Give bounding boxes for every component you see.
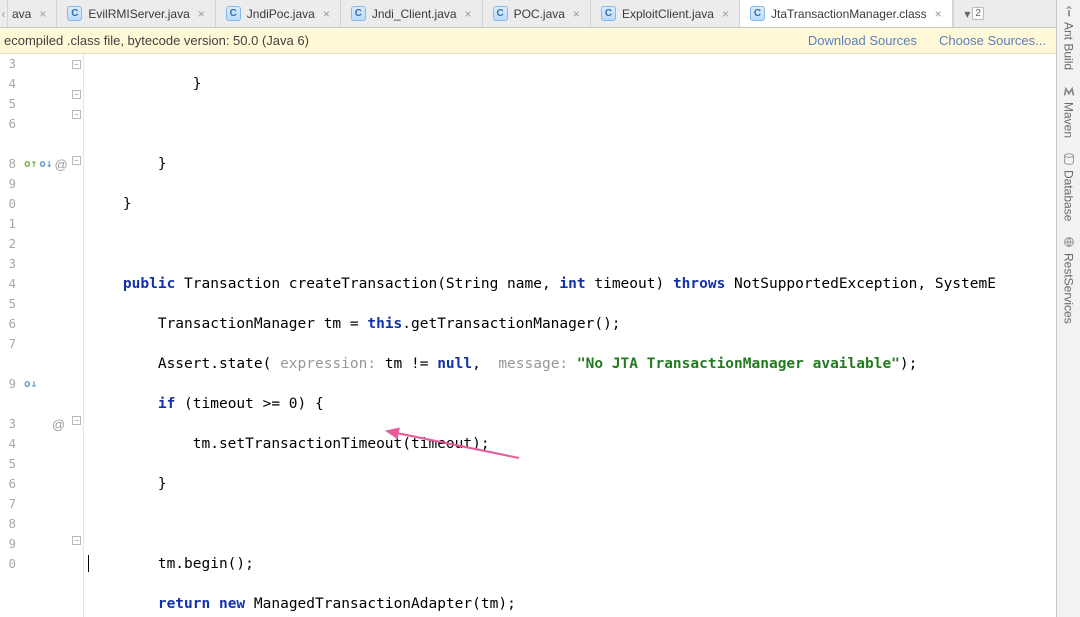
maven-icon <box>1062 84 1076 98</box>
line-number-gutter: 3456 89012 34567 9 34567890 <box>0 54 20 617</box>
fold-toggle[interactable] <box>72 416 81 425</box>
toolwindow-ant[interactable]: Ant Build <box>1062 4 1076 70</box>
annotation-marker[interactable]: @ <box>52 414 65 434</box>
right-toolwindow-bar: Ant Build Maven Database RestServices <box>1056 0 1080 617</box>
close-icon[interactable]: × <box>465 7 472 21</box>
override-marker[interactable]: o↑o↓@ <box>24 154 68 174</box>
class-icon: C <box>750 6 765 21</box>
fold-toggle[interactable] <box>72 60 81 69</box>
class-icon: C <box>601 6 616 21</box>
rest-icon <box>1062 235 1076 249</box>
editor-tabbar: ‹ ava× CEvilRMIServer.java× CJndiPoc.jav… <box>0 0 1056 28</box>
class-icon: C <box>226 6 241 21</box>
implements-marker[interactable]: o↓ <box>24 374 37 394</box>
toolwindow-maven[interactable]: Maven <box>1062 84 1076 138</box>
tab-jndiclient[interactable]: CJndi_Client.java× <box>341 0 483 27</box>
code-editor[interactable]: 3456 89012 34567 9 34567890 o↑o↓@ o↓ @ <box>0 54 1056 617</box>
infobar-message: ecompiled .class file, bytecode version:… <box>4 33 309 48</box>
class-icon: C <box>67 6 82 21</box>
close-icon[interactable]: × <box>323 7 330 21</box>
close-icon[interactable]: × <box>722 7 729 21</box>
tab-overflow[interactable]: ▾ 2 <box>953 0 995 27</box>
download-sources-link[interactable]: Download Sources <box>808 33 917 48</box>
tab-partial[interactable]: ava× <box>8 0 57 27</box>
database-icon <box>1062 152 1076 166</box>
fold-toggle[interactable] <box>72 536 81 545</box>
fold-toggle[interactable] <box>72 110 81 119</box>
text-caret <box>88 555 89 572</box>
decompiled-infobar: ecompiled .class file, bytecode version:… <box>0 28 1056 54</box>
gutter-markers: o↑o↓@ o↓ @ <box>20 54 70 617</box>
tab-poc[interactable]: CPOC.java× <box>483 0 591 27</box>
tab-exploitclient[interactable]: CExploitClient.java× <box>591 0 740 27</box>
tab-jndipoc[interactable]: CJndiPoc.java× <box>216 0 341 27</box>
close-icon[interactable]: × <box>198 7 205 21</box>
close-icon[interactable]: × <box>573 7 580 21</box>
tab-scroll-left[interactable]: ‹ <box>0 0 8 27</box>
close-icon[interactable]: × <box>39 7 46 21</box>
code-content[interactable]: } } } public Transaction createTransacti… <box>84 54 1056 617</box>
tab-evilrmiserver[interactable]: CEvilRMIServer.java× <box>57 0 215 27</box>
class-icon: C <box>493 6 508 21</box>
fold-toggle[interactable] <box>72 90 81 99</box>
toolwindow-database[interactable]: Database <box>1062 152 1076 221</box>
tab-jtatransactionmanager[interactable]: CJtaTransactionManager.class× <box>740 0 953 27</box>
toolwindow-rest[interactable]: RestServices <box>1062 235 1076 324</box>
close-icon[interactable]: × <box>935 7 942 21</box>
ant-icon <box>1062 4 1076 18</box>
fold-toggle[interactable] <box>72 156 81 165</box>
fold-gutter <box>70 54 84 617</box>
class-icon: C <box>351 6 366 21</box>
choose-sources-link[interactable]: Choose Sources... <box>939 33 1046 48</box>
